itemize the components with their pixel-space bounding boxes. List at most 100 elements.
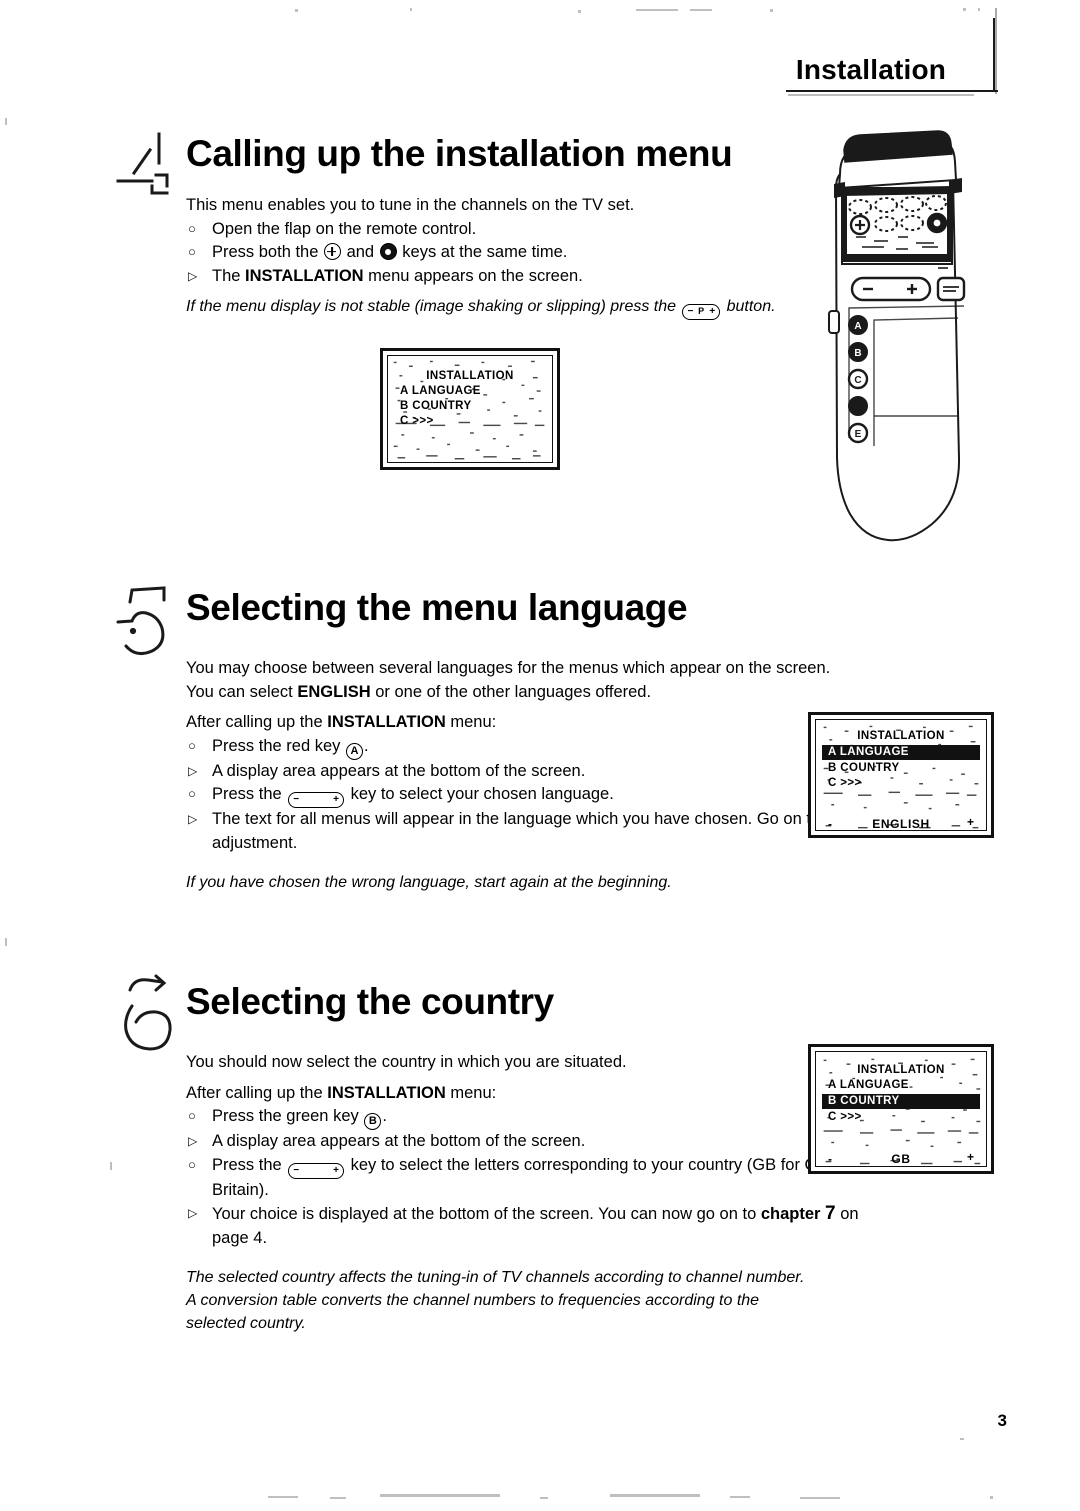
scan-speck [978, 8, 980, 11]
text-fragment: and [341, 243, 379, 261]
emphasis-installation: INSTALLATION [327, 713, 446, 731]
section-6-paragraph-1: You should now select the country in whi… [186, 1053, 627, 1071]
list-item: ○ Press the − + key to select the letters… [186, 1154, 882, 1203]
text-fragment: menu: [445, 713, 497, 731]
section-5-body: You may choose between several languages… [186, 657, 883, 894]
tv-screen-selected-value: GB [891, 1152, 911, 1166]
list-item: ○ Press both the and keys at the same ti… [186, 241, 906, 265]
bullet-triangle-icon: ▷ [188, 268, 198, 283]
section-number-5 [108, 578, 184, 656]
chapter-number: 7 [825, 1203, 836, 1224]
tv-screen-inner: INSTALLATION A LANGUAGE B COUNTRY C >>> … [815, 1051, 987, 1167]
list-item: ▷ The INSTALLATION menu appears on the s… [186, 265, 906, 289]
emphasis-chapter: chapter [760, 1205, 821, 1223]
text-fragment: You can select [186, 682, 298, 701]
tv-screen-inner: INSTALLATION A LANGUAGE B COUNTRY C >>> … [815, 719, 987, 831]
scan-speck [5, 938, 7, 946]
bullet-circle-icon: ○ [188, 220, 196, 236]
scan-speck [268, 1496, 298, 1498]
section-5-paragraph-1: You may choose between several languages… [186, 659, 831, 677]
tv-screen-row-a-highlighted: A LANGUAGE [822, 745, 980, 760]
text-fragment: Press both the [212, 243, 323, 261]
scan-speck [578, 10, 581, 13]
scan-speck [963, 8, 966, 11]
text-fragment: The [212, 266, 246, 285]
svg-text:E: E [855, 429, 862, 440]
text-fragment: menu: [445, 1083, 497, 1102]
tv-screen-row-b: B COUNTRY [400, 400, 472, 412]
page-header: Installation [778, 18, 1000, 96]
section-5-paragraph-3: After calling up the INSTALLATION menu: [186, 711, 876, 735]
tv-screen-plus-indicator: + [966, 815, 974, 829]
section-6-paragraph-2: After calling up the INSTALLATION menu: [186, 1082, 876, 1106]
bullet-circle-icon: ○ [188, 786, 196, 801]
text-fragment: If the menu display is not stable (image… [186, 298, 681, 315]
tv-screen-row-c: C >>> [828, 1111, 862, 1123]
scan-speck [730, 1496, 750, 1498]
tv-screen-minus-indicator: - [828, 817, 832, 831]
text-fragment: Press the red key [212, 736, 345, 755]
list-item-label: Open the flap on the remote control. [212, 219, 477, 238]
scan-speck [690, 9, 712, 11]
text-fragment: or one of the other languages offered. [370, 682, 652, 701]
header-vertical-rule [993, 18, 995, 92]
emphasis-installation: INSTALLATION [327, 1083, 446, 1102]
list-item: ▷ The text for all menus will appear in … [186, 808, 892, 855]
document-page: Installation Calling up the installation… [0, 0, 1080, 1511]
text-fragment: . [363, 736, 369, 755]
red-key-a-icon: A [345, 742, 363, 760]
list-item: ▷ A display area appears at the bottom o… [186, 760, 876, 784]
bullet-circle-icon: ○ [188, 244, 196, 259]
scan-speck [770, 9, 773, 12]
scan-speck [960, 1438, 964, 1440]
text-fragment: After calling up the [186, 1083, 328, 1102]
tv-screen-title: INSTALLATION [857, 730, 945, 742]
tv-screen-country-selection: INSTALLATION A LANGUAGE B COUNTRY C >>> … [808, 1044, 994, 1174]
svg-text:C: C [854, 375, 861, 386]
list-item-label: Press the − + key to select your chosen l… [212, 785, 614, 808]
section-title-5: Selecting the menu language [186, 587, 688, 628]
bullet-triangle-icon: ▷ [188, 1206, 198, 1220]
scan-speck [330, 1497, 346, 1499]
section-4-note: If the menu display is not stable (image… [186, 295, 906, 320]
section-number-6 [108, 972, 184, 1051]
section-number-4 [108, 126, 184, 204]
list-item-label: The text for all menus will appear in th… [212, 810, 884, 852]
list-item-label: Press the green key B. [212, 1107, 387, 1130]
bullet-circle-icon: ○ [188, 1156, 196, 1172]
text-fragment: Press the [212, 785, 287, 803]
tv-screen-selected-value: ENGLISH [872, 817, 930, 831]
tv-screen-title: INSTALLATION [857, 1064, 945, 1076]
scan-speck [410, 8, 412, 11]
emphasis-installation: INSTALLATION [245, 266, 364, 285]
section-title-4: Calling up the installation menu [186, 133, 733, 174]
page-number: 3 [997, 1411, 1007, 1430]
tv-screen-row-c: C >>> [828, 777, 862, 789]
tv-screen-inner: INSTALLATION A LANGUAGE B COUNTRY C >>> [387, 355, 553, 463]
section-6-note: The selected country affects the tuning-… [186, 1269, 805, 1332]
scan-speck [380, 1494, 500, 1497]
section-6-body: You should now select the country in whi… [186, 1051, 876, 1335]
program-key-label: P [698, 306, 705, 316]
text-fragment: key to select your chosen language. [345, 785, 614, 803]
remote-control-illustration: A B C E [812, 128, 978, 548]
scan-speck [610, 1494, 700, 1497]
text-fragment: menu appears on the screen. [363, 266, 583, 285]
section-title-6: Selecting the country [186, 981, 554, 1022]
list-item: ▷ Your choice is displayed at the bottom… [186, 1202, 872, 1250]
status-key-icon [379, 243, 397, 260]
scan-speck [5, 118, 7, 125]
scan-speck [540, 1497, 548, 1499]
scan-speck [636, 9, 678, 11]
bullet-triangle-icon: ▷ [188, 1134, 198, 1148]
bullet-triangle-icon: ▷ [188, 812, 198, 826]
green-key-b-icon: B [364, 1113, 382, 1130]
scan-speck [990, 1496, 993, 1499]
section-5-note: If you have chosen the wrong language, s… [186, 874, 672, 891]
list-item-label: Press the red key A. [212, 736, 369, 760]
scan-speck [800, 1497, 840, 1499]
text-fragment: Press the [212, 1155, 287, 1174]
list-item: ○ Open the flap on the remote control. [186, 218, 906, 242]
tv-screen-row-b: B COUNTRY [828, 762, 900, 774]
section-4-body: This menu enables you to tune in the cha… [186, 194, 906, 320]
